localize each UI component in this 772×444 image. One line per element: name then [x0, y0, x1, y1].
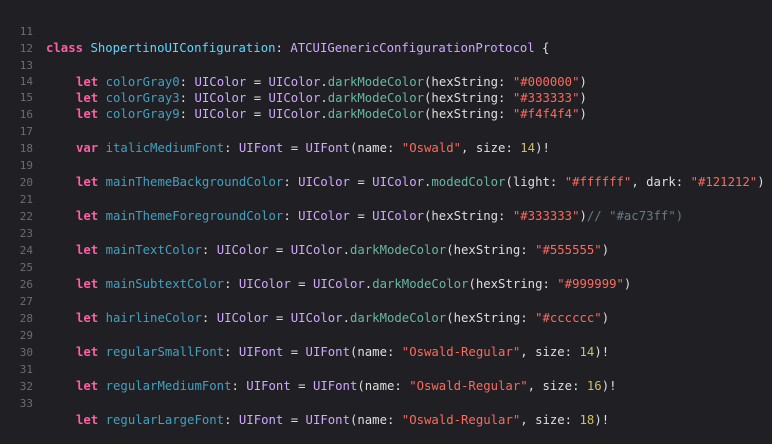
code-line[interactable]: 19 let mainThemeBackgroundColor: UIColor… — [0, 142, 772, 189]
code-line[interactable]: 16 — [0, 91, 772, 121]
code-editor[interactable]: 11 class ShopertinoUIConfiguration: ATCU… — [0, 0, 772, 427]
type-name: UIFont — [238, 413, 284, 427]
line-number: 33 — [19, 397, 33, 410]
keyword: let — [76, 413, 99, 427]
punctuation: (name: — [349, 413, 402, 427]
code-line[interactable]: 15 let colorGray9: UIColor = UIColor.dar… — [0, 74, 772, 121]
code-line[interactable]: 18 — [0, 125, 772, 155]
property-name: regularLargeFont — [105, 413, 225, 427]
punctuation: : — [224, 413, 239, 427]
code-line[interactable]: 31 let regularMediumFont: UIFont = UIFon… — [0, 346, 772, 393]
code-line[interactable]: 11 class ShopertinoUIConfiguration: ATCU… — [0, 8, 772, 55]
code-line[interactable]: 30 — [0, 329, 772, 359]
code-line[interactable]: 12 — [0, 25, 772, 55]
punctuation: = — [283, 413, 306, 427]
code-line[interactable]: 13 let colorGray0: UIColor = UIColor.dar… — [0, 42, 772, 89]
code-line[interactable]: 23 let mainTextColor: UIColor = UIColor.… — [0, 210, 772, 257]
class-ref: UIFont — [305, 413, 350, 427]
code-line[interactable]: 33 let regularLargeFont: UIFont = UIFont… — [0, 380, 772, 427]
code-line[interactable]: 14 let colorGray3: UIColor = UIColor.dar… — [0, 58, 772, 105]
punctuation: )! — [594, 413, 610, 427]
code-line[interactable]: 27 let hairlineColor: UIColor = UIColor.… — [0, 278, 772, 325]
code-line[interactable]: 21 let mainThemeForegroundColor: UIColor… — [0, 176, 772, 223]
code-line[interactable]: 17 var italicMediumFont: UIFont = UIFont… — [0, 108, 772, 155]
code-line[interactable]: 25 let mainSubtextColor: UIColor = UICol… — [0, 244, 772, 291]
code-line[interactable]: 29 let regularSmallFont: UIFont = UIFont… — [0, 312, 772, 359]
punctuation: , size: — [520, 413, 580, 427]
code-line[interactable]: 24 — [0, 227, 772, 257]
string-literal: "Oswald-Regular" — [401, 413, 521, 427]
code-line[interactable]: 26 — [0, 261, 772, 291]
code-line[interactable]: 20 — [0, 159, 772, 189]
code-line[interactable]: 28 — [0, 295, 772, 325]
code-line[interactable]: 22 — [0, 193, 772, 223]
code-line[interactable]: 32 — [0, 363, 772, 393]
number-literal: 18 — [579, 413, 595, 427]
